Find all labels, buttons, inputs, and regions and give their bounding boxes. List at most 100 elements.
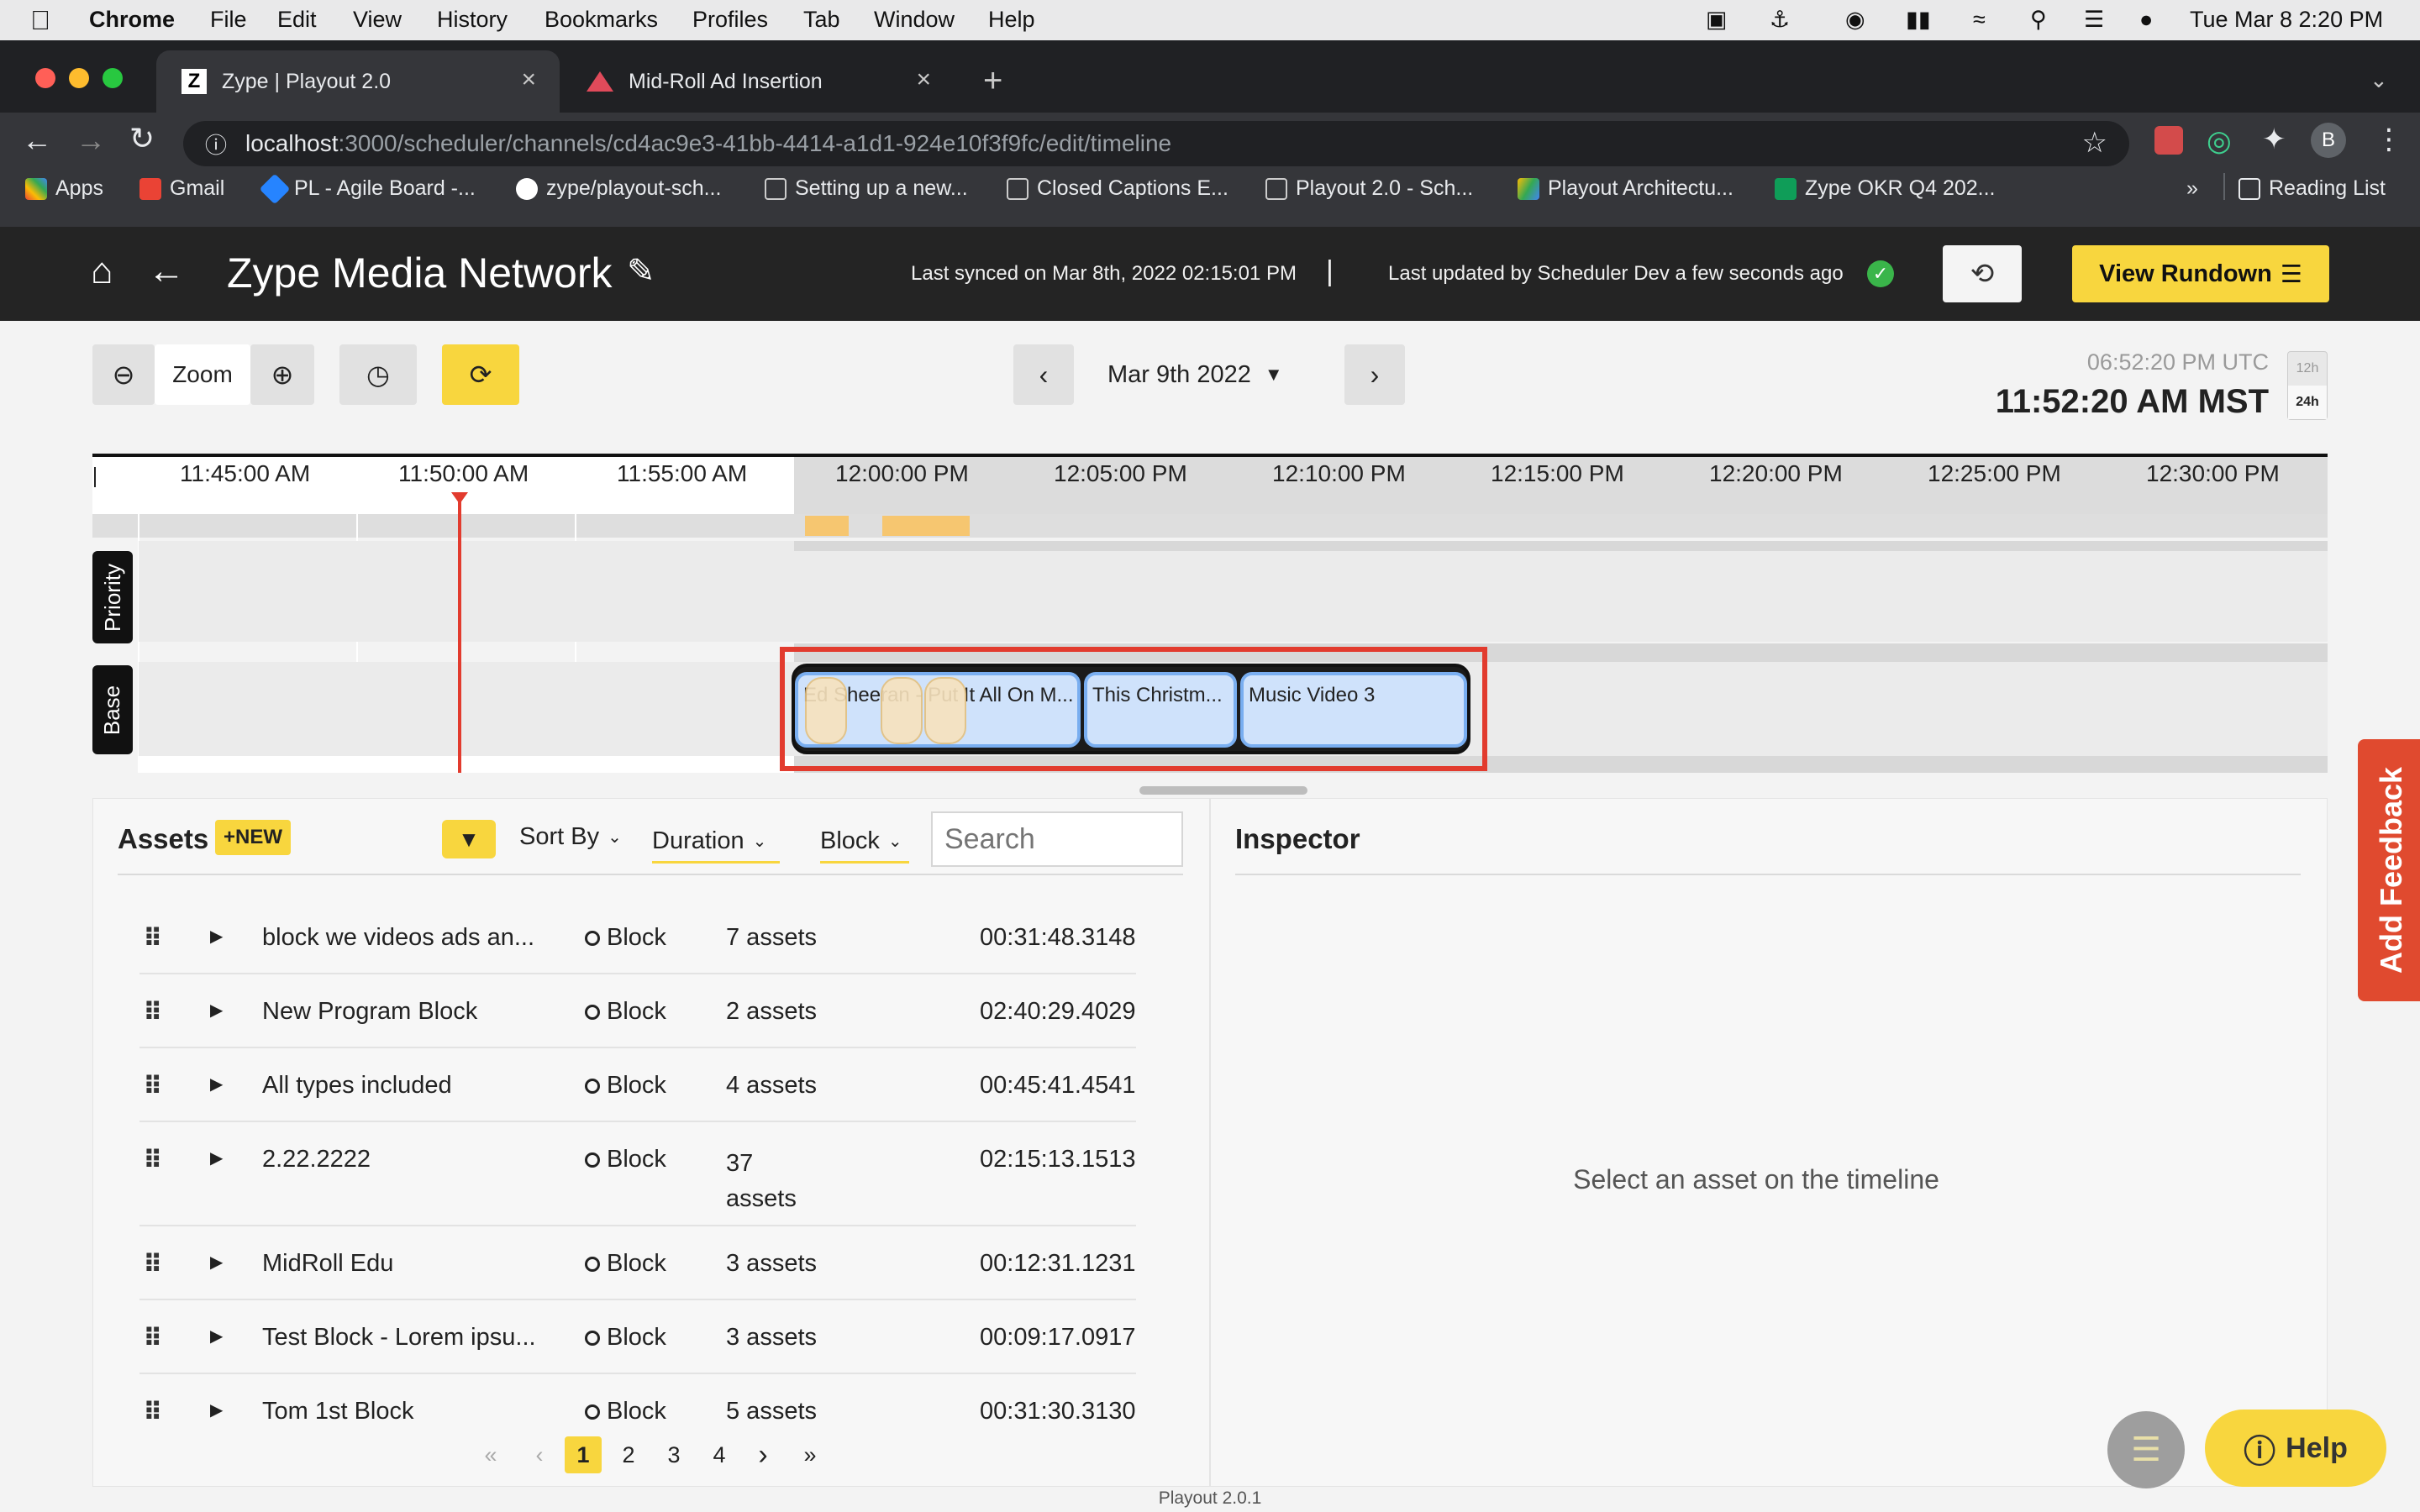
menu-bookmarks[interactable]: Bookmarks — [544, 7, 658, 33]
asset-row[interactable]: ⠿ ▶ Tom 1st Block Block 5 assets 00:31:3… — [139, 1374, 1136, 1426]
menu-app-name[interactable]: Chrome — [89, 7, 175, 33]
expand-caret-icon[interactable]: ▶ — [210, 1252, 223, 1273]
reading-list[interactable]: Reading List — [2238, 176, 2386, 201]
first-page-icon[interactable]: « — [472, 1436, 509, 1473]
battery-icon[interactable]: ▮▮ — [1906, 7, 1931, 33]
site-info-icon[interactable]: ⓘ — [205, 129, 227, 160]
page-2[interactable]: 2 — [610, 1436, 647, 1473]
asset-row[interactable]: ⠿ ▶ New Program Block Block 2 assets 02:… — [139, 974, 1136, 1048]
kebab-menu-icon[interactable]: ⋮ — [2375, 123, 2403, 156]
extension-circle-icon[interactable]: ◎ — [2207, 124, 2232, 158]
drag-handle-icon[interactable]: ⠿ — [143, 1250, 163, 1279]
bookmark-setting-up[interactable]: Setting up a new... — [765, 176, 968, 201]
priority-lane[interactable] — [139, 541, 2328, 642]
bookmark-star-icon[interactable]: ☆ — [2082, 126, 2107, 160]
prev-day-button[interactable]: ‹ — [1013, 344, 1074, 405]
last-page-icon[interactable]: » — [792, 1436, 829, 1473]
filter-button[interactable]: ▼ — [442, 820, 496, 858]
screen-record-icon[interactable]: ◉ — [1845, 7, 1865, 33]
ad-marker[interactable] — [882, 516, 970, 536]
docker-icon[interactable]: ⚓ — [1770, 7, 1790, 33]
magnet-snap-button[interactable]: ⟳ — [442, 344, 519, 405]
block-filter[interactable]: Block ⌄ — [820, 822, 909, 864]
expand-caret-icon[interactable]: ▶ — [210, 1326, 223, 1347]
panel-resize-handle[interactable] — [1139, 786, 1307, 795]
drag-handle-icon[interactable]: ⠿ — [143, 924, 163, 953]
drag-handle-icon[interactable]: ⠿ — [143, 1072, 163, 1101]
menu-history[interactable]: History — [437, 7, 508, 33]
back-arrow-icon[interactable]: ← — [148, 250, 185, 292]
ad-insertion-marker[interactable] — [805, 677, 847, 744]
format-12h-option[interactable]: 12h — [2288, 352, 2327, 386]
bookmark-gmail[interactable]: Gmail — [139, 176, 224, 201]
home-icon[interactable]: ⌂ — [91, 250, 113, 292]
back-icon[interactable]: ← — [22, 123, 52, 158]
maximize-window-icon[interactable] — [103, 68, 123, 88]
menu-profiles[interactable]: Profiles — [692, 7, 768, 33]
page-1[interactable]: 1 — [565, 1436, 602, 1473]
menu-window[interactable]: Window — [874, 7, 955, 33]
control-center-icon[interactable]: ☰ — [2084, 7, 2104, 33]
bookmark-agile-board[interactable]: PL - Agile Board -... — [259, 174, 476, 205]
search-icon[interactable]: ⚲ — [2030, 7, 2047, 33]
expand-caret-icon[interactable]: ▶ — [210, 926, 223, 947]
bookmark-closed-captions[interactable]: Closed Captions E... — [1007, 176, 1228, 201]
format-24h-option[interactable]: 24h — [2288, 386, 2327, 419]
help-button[interactable]: ⓘ Help — [2205, 1410, 2386, 1487]
ad-insertion-marker[interactable] — [881, 677, 923, 744]
tab-zype-playout[interactable]: Z Zype | Playout 2.0 × — [156, 50, 560, 113]
asset-row[interactable]: ⠿ ▶ MidRoll Edu Block 3 assets 00:12:31.… — [139, 1226, 1136, 1300]
apple-icon[interactable]:  — [30, 5, 50, 36]
asset-row[interactable]: ⠿ ▶ 2.22.2222 Block 37 assets 02:15:13.1… — [139, 1122, 1136, 1226]
edit-pencil-icon[interactable]: ✎ — [627, 252, 655, 291]
zoom-out-button[interactable]: ⊖ — [92, 344, 155, 405]
tab-search-icon[interactable]: ⌄ — [2370, 67, 2388, 93]
clip-music-video-3[interactable]: Music Video 3 — [1240, 672, 1467, 748]
drag-handle-icon[interactable]: ⠿ — [143, 1146, 163, 1175]
drag-handle-icon[interactable]: ⠿ — [143, 1398, 163, 1427]
bookmark-playout-sch[interactable]: Playout 2.0 - Sch... — [1265, 176, 1473, 201]
search-input[interactable] — [931, 811, 1183, 867]
address-bar[interactable]: ⓘ localhost:3000/scheduler/channels/cd4a… — [183, 121, 2129, 166]
zoom-in-button[interactable]: ⊕ — [250, 344, 314, 405]
date-picker[interactable]: Mar 9th 2022 ▼ — [1107, 344, 1283, 405]
bookmark-playout-architecture[interactable]: Playout Architectu... — [1518, 176, 1733, 201]
menu-file[interactable]: File — [210, 7, 247, 33]
camera-icon[interactable]: ▣ — [1706, 7, 1728, 33]
expand-caret-icon[interactable]: ▶ — [210, 1399, 223, 1420]
reload-icon[interactable]: ↻ — [129, 121, 155, 156]
menu-view[interactable]: View — [353, 7, 402, 33]
duration-filter[interactable]: Duration ⌄ — [652, 822, 781, 864]
drag-handle-icon[interactable]: ⠿ — [143, 998, 163, 1027]
bookmark-apps[interactable]: Apps — [25, 176, 103, 201]
bookmark-zype-okr[interactable]: Zype OKR Q4 202... — [1775, 176, 1996, 201]
jump-to-now-button[interactable]: ◷ — [339, 344, 417, 405]
expand-caret-icon[interactable]: ▶ — [210, 1000, 223, 1021]
next-page-icon[interactable]: › — [744, 1436, 781, 1473]
close-tab-icon[interactable]: × — [521, 66, 536, 94]
menu-help[interactable]: Help — [988, 7, 1035, 33]
asset-row[interactable]: ⠿ ▶ block we videos ads an... Block 7 as… — [139, 900, 1136, 974]
resources-button[interactable]: ☰ — [2107, 1411, 2185, 1488]
extensions-puzzle-icon[interactable]: ✦ — [2262, 123, 2286, 156]
expand-caret-icon[interactable]: ▶ — [210, 1147, 223, 1168]
new-badge[interactable]: +NEW — [215, 820, 292, 855]
ad-marker[interactable] — [805, 516, 849, 536]
minimize-window-icon[interactable] — [69, 68, 89, 88]
asset-row[interactable]: ⠿ ▶ Test Block - Lorem ipsu... Block 3 a… — [139, 1300, 1136, 1374]
playhead-handle[interactable] — [451, 492, 468, 504]
new-tab-icon[interactable]: + — [983, 62, 1002, 100]
menu-edit[interactable]: Edit — [277, 7, 317, 33]
prev-page-icon[interactable]: ‹ — [521, 1436, 558, 1473]
profile-avatar[interactable]: B — [2311, 123, 2346, 158]
forward-icon[interactable]: → — [76, 123, 106, 158]
view-rundown-button[interactable]: View Rundown ☰ — [2072, 245, 2329, 302]
bookmark-github[interactable]: zype/playout-sch... — [516, 176, 721, 201]
close-window-icon[interactable] — [35, 68, 55, 88]
asset-row[interactable]: ⠿ ▶ All types included Block 4 assets 00… — [139, 1048, 1136, 1122]
next-day-button[interactable]: › — [1344, 344, 1405, 405]
page-3[interactable]: 3 — [655, 1436, 692, 1473]
wifi-icon[interactable]: ≈ — [1973, 7, 1986, 33]
close-tab-icon[interactable]: × — [916, 66, 931, 94]
menubar-clock[interactable]: Tue Mar 8 2:20 PM — [2190, 7, 2383, 33]
